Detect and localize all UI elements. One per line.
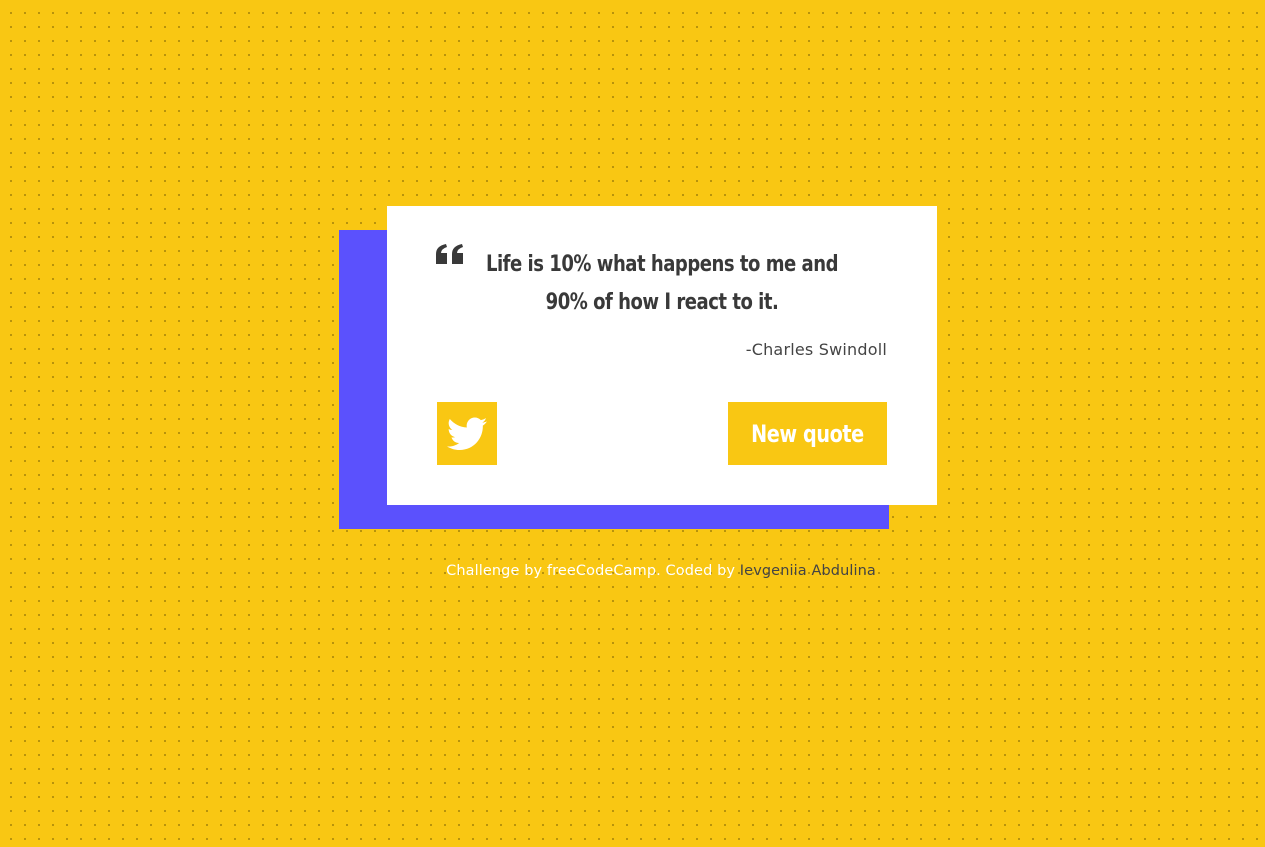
quote-text: Life is 10% what happens to me and 90% o… <box>485 252 839 315</box>
quote-left-icon <box>436 244 463 264</box>
footer-middle: . Coded by <box>656 563 740 579</box>
quote-box: Life is 10% what happens to me and 90% o… <box>387 206 937 505</box>
author-link[interactable]: Ievgeniia Abdulina <box>740 563 876 579</box>
freecodecamp-link[interactable]: freeCodeCamp <box>547 563 656 579</box>
footer-prefix: Challenge by <box>446 563 547 579</box>
new-quote-button[interactable]: New quote <box>728 402 887 465</box>
quote-author: -Charles Swindoll <box>745 340 887 359</box>
footer-credits: Challenge by freeCodeCamp. Coded by Ievg… <box>0 563 1265 579</box>
twitter-icon <box>447 417 487 450</box>
tweet-quote-button[interactable] <box>437 402 497 465</box>
new-quote-label: New quote <box>751 419 864 448</box>
